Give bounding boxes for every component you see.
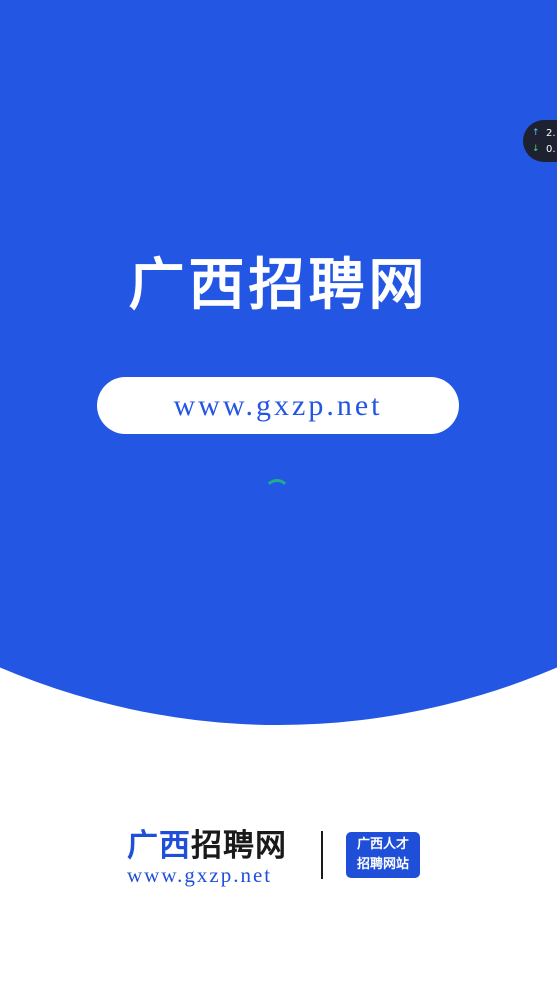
arrow-down-icon: ↓ (532, 144, 540, 154)
network-speed-indicator: ↑ 2. ↓ 0. (523, 120, 557, 162)
url-pill: www.gxzp.net (97, 377, 459, 434)
splash-screen: ↑ 2. ↓ 0. 广西招聘网 www.gxzp.net 广西招聘网 www.g… (0, 0, 557, 991)
splash-url: www.gxzp.net (173, 388, 383, 422)
logo-badge: 广西人才 招聘网站 (346, 832, 420, 878)
loading-spinner-icon (264, 479, 290, 505)
download-speed-row: ↓ 0. (532, 141, 557, 157)
upload-speed: 2. (546, 127, 556, 139)
logo-title-blue: 广西 (127, 828, 191, 864)
download-speed: 0. (546, 143, 556, 155)
logo-badge-line1: 广西人才 (356, 837, 409, 852)
footer-logo: 广西招聘网 www.gxzp.net 广西人才 招聘网站 (127, 826, 427, 896)
logo-title-dark: 招聘网 (191, 828, 287, 864)
logo-url: www.gxzp.net (127, 863, 273, 887)
blue-background (0, 0, 557, 725)
upload-speed-row: ↑ 2. (532, 125, 557, 141)
logo-badge-line2: 招聘网站 (356, 857, 409, 872)
splash-title: 广西招聘网 (128, 252, 429, 318)
logo-title: 广西招聘网 (127, 826, 287, 866)
arrow-up-icon: ↑ (532, 128, 540, 138)
logo-divider (321, 831, 323, 879)
